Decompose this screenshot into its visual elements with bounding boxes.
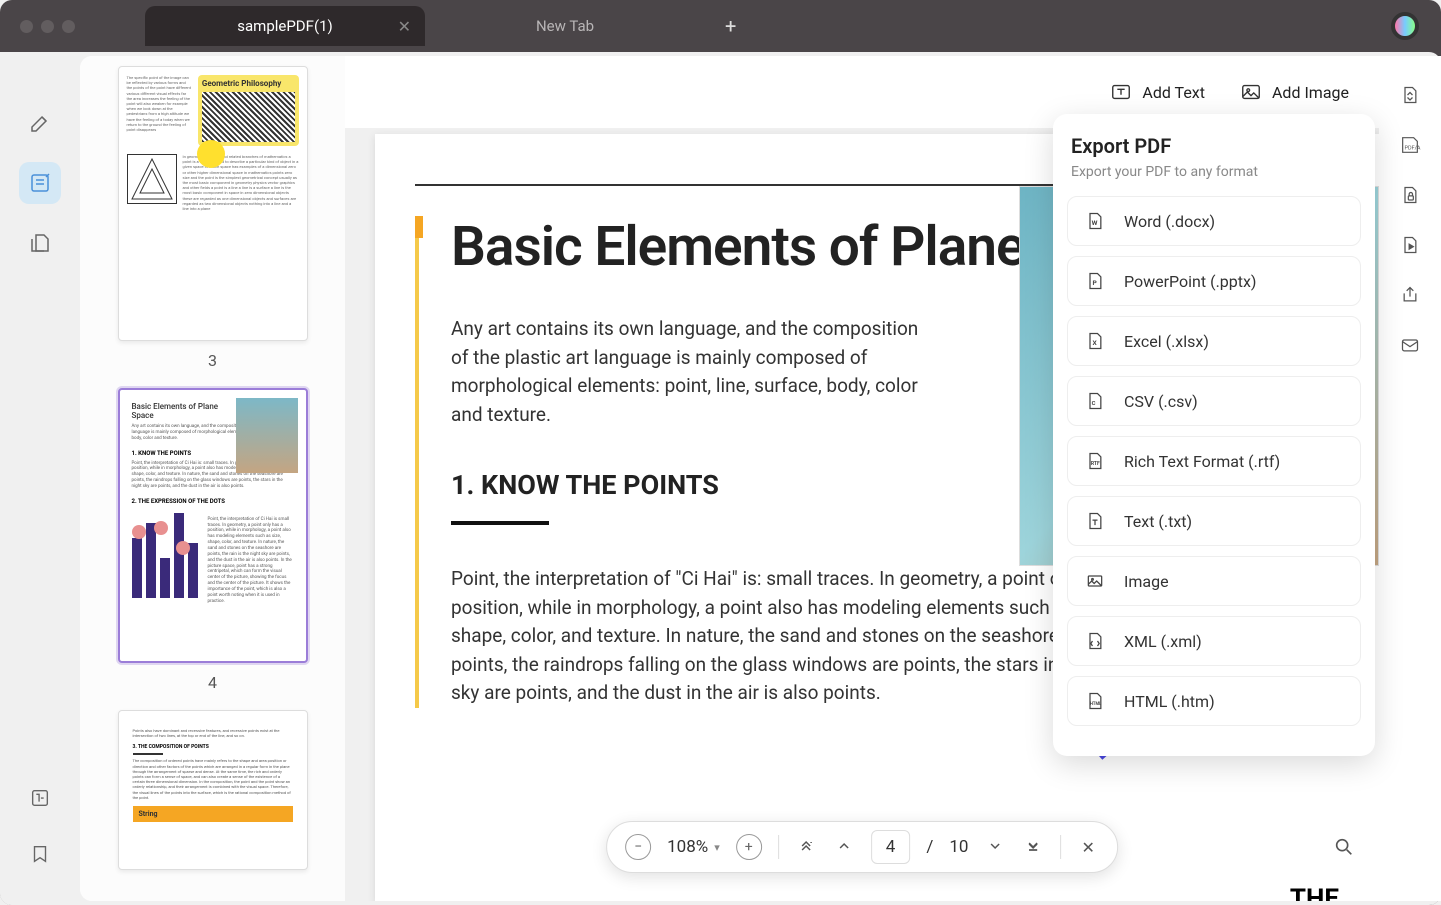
first-page-button[interactable] [795, 838, 817, 857]
add-image-button[interactable]: Add Image [1240, 81, 1349, 103]
export-item-html[interactable]: HTML HTML (.htm) [1067, 676, 1361, 726]
page-body: Point, the interpretation of "Ci Hai" is… [451, 565, 1151, 708]
thumb-number: 3 [95, 351, 330, 370]
caret-down-icon: ▾ [714, 841, 720, 854]
next-page-button[interactable] [984, 838, 1006, 857]
toolbar-label: Add Text [1142, 83, 1205, 102]
svg-text:W: W [1092, 219, 1098, 227]
word-icon: W [1084, 210, 1106, 232]
tab-title: New Tab [536, 17, 594, 35]
powerpoint-icon: P [1084, 270, 1106, 292]
thumbnails-panel: The specific point of the image can be r… [80, 56, 345, 901]
export-label: XML (.xml) [1124, 632, 1202, 651]
highlighter-icon[interactable] [19, 102, 61, 144]
export-item-rtf[interactable]: RTF Rich Text Format (.rtf) [1067, 436, 1361, 486]
close-window[interactable] [20, 20, 33, 33]
pdfa-icon[interactable]: PDF/A [1399, 134, 1421, 156]
export-subtitle: Export your PDF to any format [1067, 164, 1361, 180]
page-thumbnail[interactable]: Points also have dominant and recessive … [118, 710, 308, 870]
mail-icon[interactable] [1399, 334, 1421, 356]
ocr-icon[interactable] [19, 777, 61, 819]
export-item-xml[interactable]: XML (.xml) [1067, 616, 1361, 666]
app-icon[interactable] [1391, 12, 1419, 40]
thumb-number: 4 [95, 673, 330, 692]
add-text-button[interactable]: Add Text [1110, 81, 1205, 103]
close-zoom-button[interactable]: ✕ [1077, 838, 1098, 857]
zoom-in-button[interactable]: + [736, 834, 762, 860]
export-item-csv[interactable]: C CSV (.csv) [1067, 376, 1361, 426]
export-panel: Export PDF Export your PDF to any format… [1053, 114, 1375, 756]
export-label: Image [1124, 572, 1169, 591]
svg-text:RTF: RTF [1091, 461, 1100, 467]
thumb-heading: 3. THE COMPOSITION OF POINTS [133, 744, 293, 750]
export-label: Word (.docx) [1124, 212, 1215, 231]
rtf-icon: RTF [1084, 450, 1106, 472]
close-icon[interactable]: ✕ [398, 17, 411, 36]
play-file-icon[interactable] [1399, 234, 1421, 256]
export-label: PowerPoint (.pptx) [1124, 272, 1257, 291]
right-sidebar: PDF/A [1379, 56, 1441, 901]
page-intro: Any art contains its own language, and t… [451, 315, 931, 429]
thumb-label: String [133, 806, 293, 822]
zoom-out-button[interactable]: − [625, 834, 651, 860]
svg-text:X: X [1093, 339, 1098, 347]
tab-active[interactable]: samplePDF(1) ✕ [145, 6, 425, 46]
titlebar: samplePDF(1) ✕ New Tab + [0, 0, 1441, 52]
export-item-powerpoint[interactable]: P PowerPoint (.pptx) [1067, 256, 1361, 306]
html-icon: HTML [1084, 690, 1106, 712]
export-item-excel[interactable]: X Excel (.xlsx) [1067, 316, 1361, 366]
toolbar-label: Add Image [1272, 83, 1349, 102]
xml-icon [1084, 630, 1106, 652]
tab-bar: samplePDF(1) ✕ New Tab + [145, 0, 736, 52]
svg-text:C: C [1092, 401, 1096, 407]
export-label: CSV (.csv) [1124, 392, 1198, 411]
export-label: Rich Text Format (.rtf) [1124, 452, 1280, 471]
thumb-title: Basic Elements of Plane Space [132, 402, 229, 420]
prev-page-button[interactable] [833, 838, 855, 857]
page-slash: / [926, 837, 933, 857]
page-bottom-heading: THE DOT [1289, 884, 1339, 901]
page-thumbnail-selected[interactable]: Basic Elements of Plane Space Any art co… [118, 388, 308, 663]
export-label: Text (.txt) [1124, 512, 1192, 531]
lock-file-icon[interactable] [1399, 184, 1421, 206]
minimize-window[interactable] [41, 20, 54, 33]
svg-text:PDF/A: PDF/A [1405, 146, 1421, 152]
thumb-title: Geometric Philosophy [202, 79, 295, 88]
thumb-heading: 2. THE EXPRESSION OF THE DOTS [132, 498, 294, 505]
image-icon [1084, 570, 1106, 592]
export-item-txt[interactable]: Text (.txt) [1067, 496, 1361, 546]
maximize-window[interactable] [62, 20, 75, 33]
csv-icon: C [1084, 390, 1106, 412]
export-title: Export PDF [1067, 134, 1361, 158]
export-item-word[interactable]: W Word (.docx) [1067, 196, 1361, 246]
export-label: Excel (.xlsx) [1124, 332, 1209, 351]
page-total: 10 [949, 837, 968, 857]
traffic-lights [20, 20, 75, 33]
convert-icon[interactable] [1399, 84, 1421, 106]
zoom-bar: − 108% ▾ + 4 / 10 [606, 821, 1118, 873]
bookmark-icon[interactable] [19, 833, 61, 875]
export-item-image[interactable]: Image [1067, 556, 1361, 606]
left-sidebar [0, 52, 80, 905]
export-label: HTML (.htm) [1124, 692, 1215, 711]
add-tab-button[interactable]: + [725, 14, 736, 38]
zoom-value[interactable]: 108% ▾ [667, 837, 720, 857]
search-icon[interactable] [1333, 836, 1355, 863]
txt-icon [1084, 510, 1106, 532]
excel-icon: X [1084, 330, 1106, 352]
page-thumbnail[interactable]: The specific point of the image can be r… [118, 66, 308, 341]
last-page-button[interactable] [1022, 838, 1044, 857]
tab-title: samplePDF(1) [237, 17, 332, 35]
svg-text:HTML: HTML [1090, 702, 1102, 707]
annotate-icon[interactable] [19, 162, 61, 204]
page-number-input[interactable]: 4 [871, 830, 911, 864]
share-icon[interactable] [1399, 284, 1421, 306]
svg-text:P: P [1093, 279, 1098, 287]
tab-new[interactable]: New Tab [425, 6, 705, 46]
pages-icon[interactable] [19, 222, 61, 264]
